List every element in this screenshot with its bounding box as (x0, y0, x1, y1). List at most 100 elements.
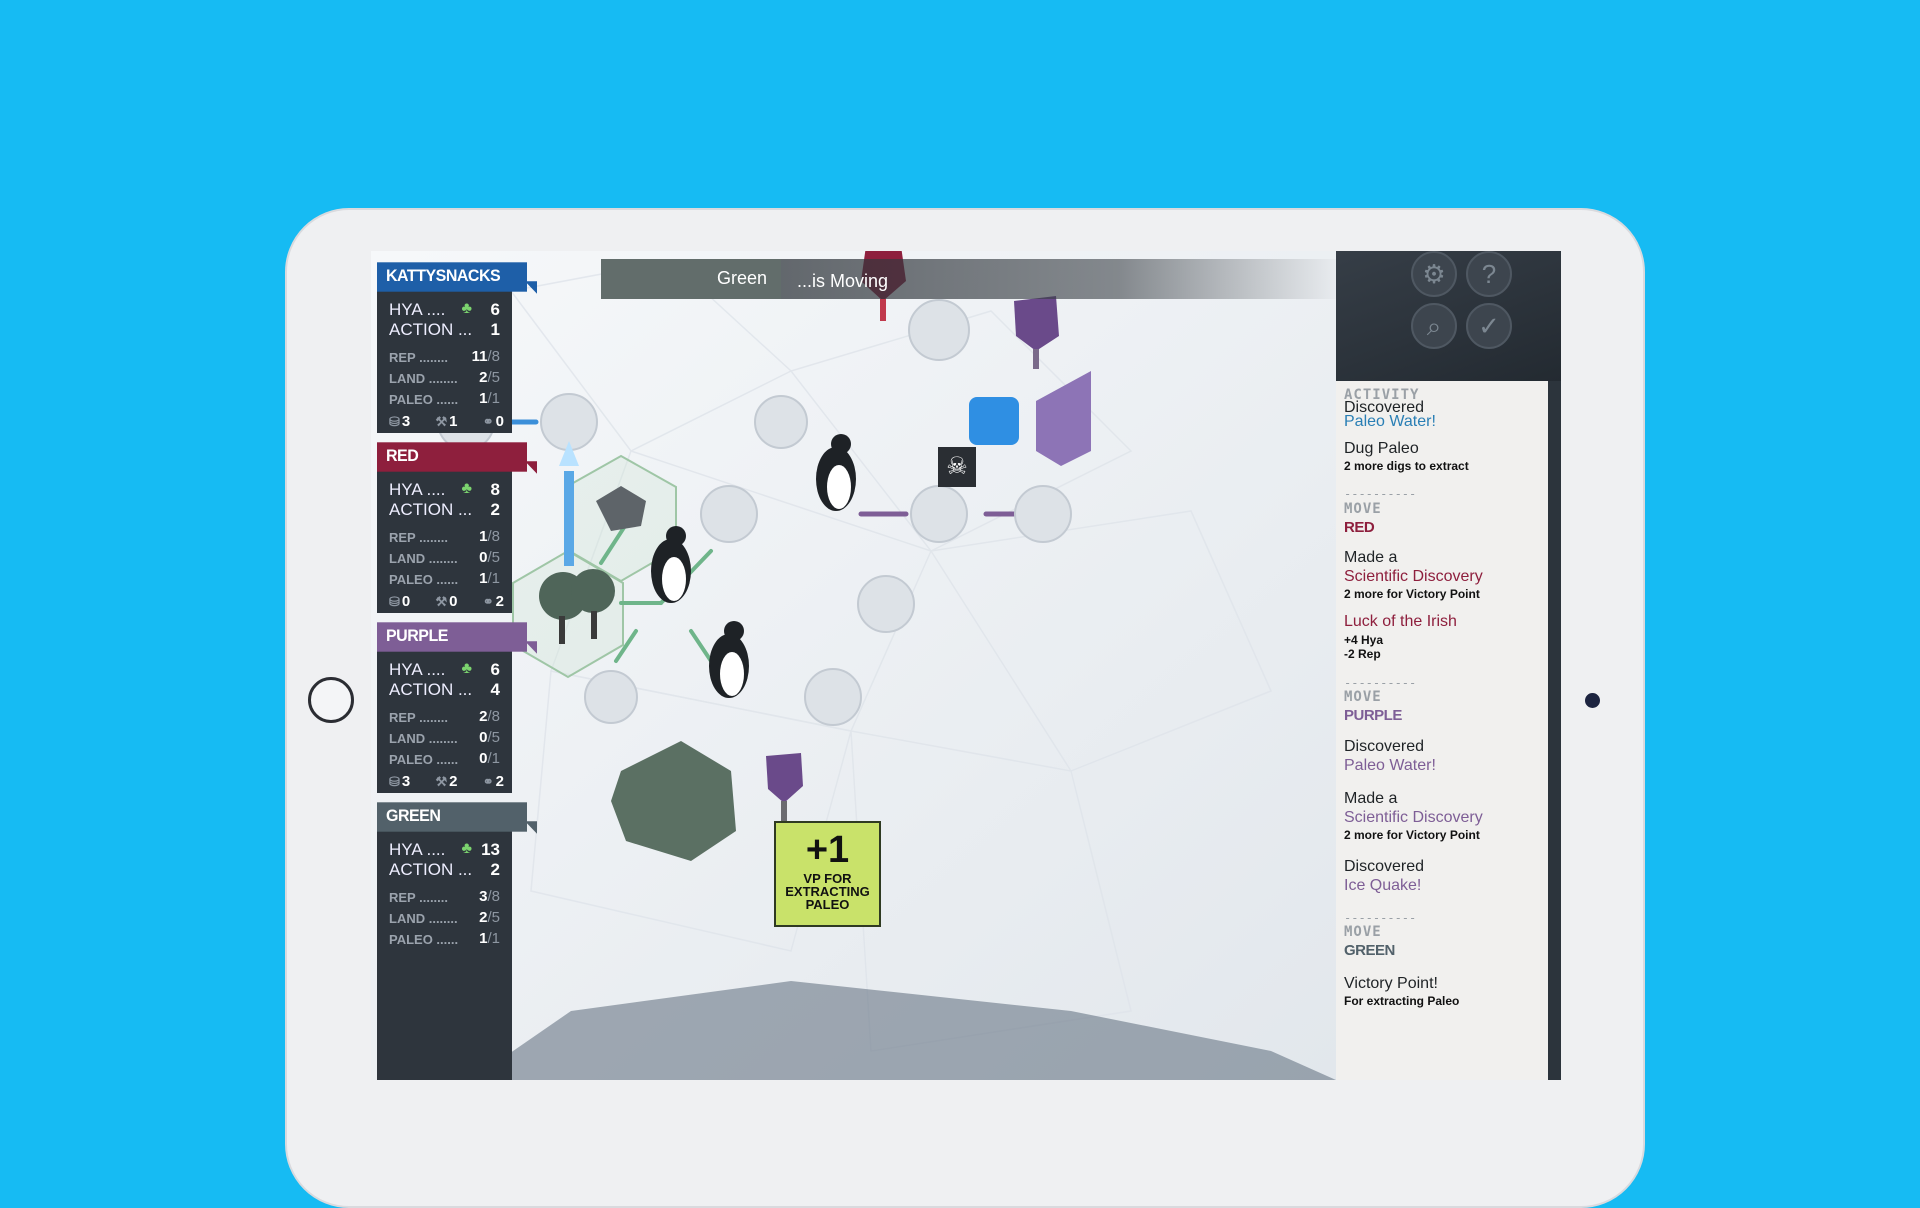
rep-value: 11/8 (471, 348, 500, 365)
resource-3: ⚭ 2 (482, 773, 504, 790)
magnifier-icon[interactable]: ⌕ (1411, 303, 1457, 349)
hya-value: 6 (490, 660, 500, 679)
player-name: RED (377, 442, 537, 474)
player-panel-red[interactable]: RED HYA .... ♣ 8 ACTION ... 2 REP ......… (377, 442, 537, 613)
skull-icon[interactable]: ☠ (938, 447, 976, 487)
resource-row: ⛁ 3 ⚒ 2 ⚭ 2 (389, 773, 504, 790)
activity-heading: Victory Point! (1344, 975, 1438, 992)
move-label: MOVE (1344, 501, 1382, 517)
player-name: KATTYSNACKS (377, 262, 537, 294)
move-player-green: GREEN (1344, 942, 1395, 959)
player-name: PURPLE (377, 622, 537, 654)
action-value: 1 (490, 320, 500, 339)
activity-link[interactable]: Ice Quake! (1344, 877, 1544, 895)
hya-label: HYA .... (389, 300, 446, 319)
player-name: GREEN (377, 802, 537, 834)
activity-sub: 2 more for Victory Point (1344, 828, 1480, 842)
hya-label: HYA .... (389, 840, 446, 859)
player-panel-green[interactable]: GREEN HYA .... ♣ 13 ACTION ... 2 REP ...… (377, 802, 537, 1080)
activity-sub: For extracting Paleo (1344, 994, 1460, 1008)
toolbar: ⚙ ? ⌕ ✓ (1336, 251, 1561, 381)
activity-sub: 2 more digs to extract (1344, 459, 1469, 473)
paleo-value: 1/1 (479, 930, 500, 947)
activity-heading: Made a (1344, 790, 1398, 807)
land-label: LAND ........ (389, 731, 458, 746)
leaf-icon: ♣ (461, 480, 473, 497)
home-button[interactable] (308, 677, 354, 723)
leaf-icon: ♣ (461, 840, 473, 857)
activity-heading: Discovered (1344, 858, 1425, 875)
check-icon[interactable]: ✓ (1466, 303, 1512, 349)
action-label: ACTION ... (389, 500, 473, 519)
activity-link[interactable]: Luck of the Irish (1344, 613, 1544, 631)
game-board[interactable]: Green ...is Moving ☠ +1 VP FOR EXTRACTIN… (371, 251, 1341, 1080)
ice-pillar (564, 471, 574, 566)
activity-heading: Made a (1344, 549, 1398, 566)
player-panel-purple[interactable]: PURPLE HYA .... ♣ 6 ACTION ... 4 REP ...… (377, 622, 537, 793)
land-label: LAND ........ (389, 911, 458, 926)
paleo-label: PALEO ...... (389, 392, 459, 407)
activity-sub: 2 more for Victory Point (1344, 587, 1480, 601)
rep-value: 3/8 (479, 888, 500, 905)
leaf-icon: ♣ (461, 300, 473, 317)
paleo-value: 1/1 (479, 570, 500, 587)
paleo-label: PALEO ...... (389, 932, 459, 947)
action-value: 2 (490, 500, 500, 519)
resource-1: ⛁ 3 (389, 773, 411, 790)
current-player: Green (601, 259, 781, 299)
turn-banner: Green ...is Moving (601, 259, 1341, 299)
game-screen: Green ...is Moving ☠ +1 VP FOR EXTRACTIN… (371, 251, 1561, 1080)
resource-2: ⚒ 2 (435, 773, 458, 790)
player-panel-kattysnacks[interactable]: KATTYSNACKS HYA .... ♣ 6 ACTION ... 1 RE… (377, 262, 537, 433)
action-value: 4 (490, 680, 500, 699)
paleo-value: 0/1 (479, 750, 500, 767)
resource-row: ⛁ 0 ⚒ 0 ⚭ 2 (389, 593, 504, 610)
separator: ---------- (1344, 911, 1417, 925)
action-label: ACTION ... (389, 680, 473, 699)
resource-3: ⚭ 0 (482, 413, 504, 430)
action-value: 2 (490, 860, 500, 879)
scroll-strip[interactable] (1548, 381, 1561, 1080)
activity-heading: Dug Paleo (1344, 440, 1419, 457)
rep-label: REP ........ (389, 890, 449, 905)
hya-value: 6 (490, 300, 500, 319)
activity-link[interactable]: Paleo Water! (1344, 413, 1544, 431)
activity-link[interactable]: Scientific Discovery (1344, 568, 1544, 586)
vp-card: +1 VP FOR EXTRACTING PALEO (774, 821, 881, 927)
resource-1: ⛁ 3 (389, 413, 411, 430)
hya-value: 13 (481, 840, 500, 859)
ice-block (969, 397, 1019, 445)
vp-value: +1 (805, 829, 850, 871)
action-label: ACTION ... (389, 320, 473, 339)
activity-link[interactable]: Paleo Water! (1344, 757, 1544, 775)
vp-text: VP FOR EXTRACTING PALEO (785, 871, 870, 912)
resource-2: ⚒ 0 (435, 593, 458, 610)
paleo-label: PALEO ...... (389, 572, 459, 587)
turn-status: ...is Moving (797, 271, 889, 291)
side-panel: ⚙ ? ⌕ ✓ ACTIVITY Discovered Paleo Water!… (1336, 251, 1561, 1080)
board-map (371, 251, 1336, 1080)
land-value: 0/5 (479, 729, 500, 746)
question-icon[interactable]: ? (1466, 251, 1512, 297)
activity-link[interactable]: Scientific Discovery (1344, 809, 1544, 827)
rep-label: REP ........ (389, 350, 449, 365)
hya-label: HYA .... (389, 480, 446, 499)
separator: ---------- (1344, 487, 1417, 501)
activity-heading: Discovered (1344, 738, 1425, 755)
rep-label: REP ........ (389, 530, 449, 545)
land-label: LAND ........ (389, 551, 458, 566)
rep-value: 1/8 (479, 528, 500, 545)
move-player-purple: PURPLE (1344, 707, 1402, 724)
hya-value: 8 (490, 480, 500, 499)
activity-log[interactable]: ACTIVITY Discovered Paleo Water! Dug Pal… (1336, 381, 1548, 1080)
resource-row: ⛁ 3 ⚒ 1 ⚭ 0 (389, 413, 504, 430)
resource-3: ⚭ 2 (482, 593, 504, 610)
land-value: 2/5 (479, 369, 500, 386)
resource-2: ⚒ 1 (435, 413, 458, 430)
rep-label: REP ........ (389, 710, 449, 725)
move-label: MOVE (1344, 924, 1382, 940)
action-label: ACTION ... (389, 860, 473, 879)
gear-icon[interactable]: ⚙ (1411, 251, 1457, 297)
hya-label: HYA .... (389, 660, 446, 679)
land-label: LAND ........ (389, 371, 458, 386)
